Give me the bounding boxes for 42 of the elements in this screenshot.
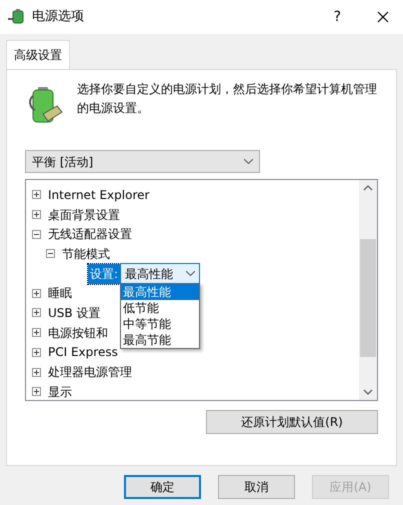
chevron-down-icon (244, 159, 253, 164)
tree-item[interactable]: 无线适配器设置 (48, 225, 132, 244)
dropdown-option[interactable]: 最高节能 (121, 332, 199, 348)
tree-item[interactable]: 桌面背景设置 (48, 206, 120, 224)
dropdown-option[interactable]: 低节能 (121, 300, 199, 316)
plan-value: 平衡 [活动] (32, 154, 94, 170)
window-title: 电源选项 (32, 8, 84, 26)
scrollbar-thumb[interactable] (360, 239, 376, 357)
dropdown-option[interactable]: 最高性能 (121, 284, 199, 300)
expand-icon[interactable] (32, 288, 41, 298)
tree-item[interactable]: PCI Express (48, 343, 118, 362)
expand-icon[interactable] (32, 348, 41, 357)
setting-label[interactable]: 设置: (88, 264, 120, 284)
expand-icon[interactable] (32, 308, 41, 318)
dialog-button[interactable]: 确定 (124, 475, 201, 499)
expand-icon[interactable] (32, 368, 41, 377)
setting-dropdown[interactable]: 最高性能 (120, 263, 200, 284)
tree-item[interactable]: 节能模式 (62, 244, 110, 263)
tree-item[interactable]: USB 设置 (48, 304, 100, 322)
tree-item[interactable]: 处理器电源管理 (48, 363, 132, 382)
dialog-button[interactable]: 取消 (218, 475, 295, 499)
battery-plug-icon (29, 86, 65, 124)
dropdown-option[interactable]: 中等节能 (121, 316, 199, 332)
tree-item[interactable]: 睡眠 (48, 284, 72, 302)
expand-icon[interactable] (32, 210, 41, 220)
restore-defaults-button[interactable]: 还原计划默认值(R) (206, 410, 378, 434)
collapse-icon[interactable] (32, 230, 41, 239)
tab[interactable]: 高级设置 (6, 40, 70, 69)
help-button[interactable]: ? (334, 6, 341, 28)
chevron-down-icon (186, 271, 196, 276)
tree-item[interactable]: 显示 (48, 382, 72, 400)
app-icon (8, 9, 26, 25)
scrollbar[interactable] (359, 180, 377, 400)
tree-item[interactable]: Internet Explorer (48, 186, 150, 204)
tree-item[interactable]: 电源按钮和 (48, 324, 108, 342)
expand-icon[interactable] (32, 387, 41, 396)
description-text: 选择你要自定义的电源计划，然后选择你希望计算机管理的电源设置。 (77, 81, 377, 117)
close-icon[interactable] (377, 11, 389, 23)
collapse-icon[interactable] (46, 249, 55, 258)
expand-icon[interactable] (32, 190, 41, 200)
expand-icon[interactable] (32, 328, 41, 338)
plan-dropdown[interactable]: 平衡 [活动] (25, 150, 260, 173)
